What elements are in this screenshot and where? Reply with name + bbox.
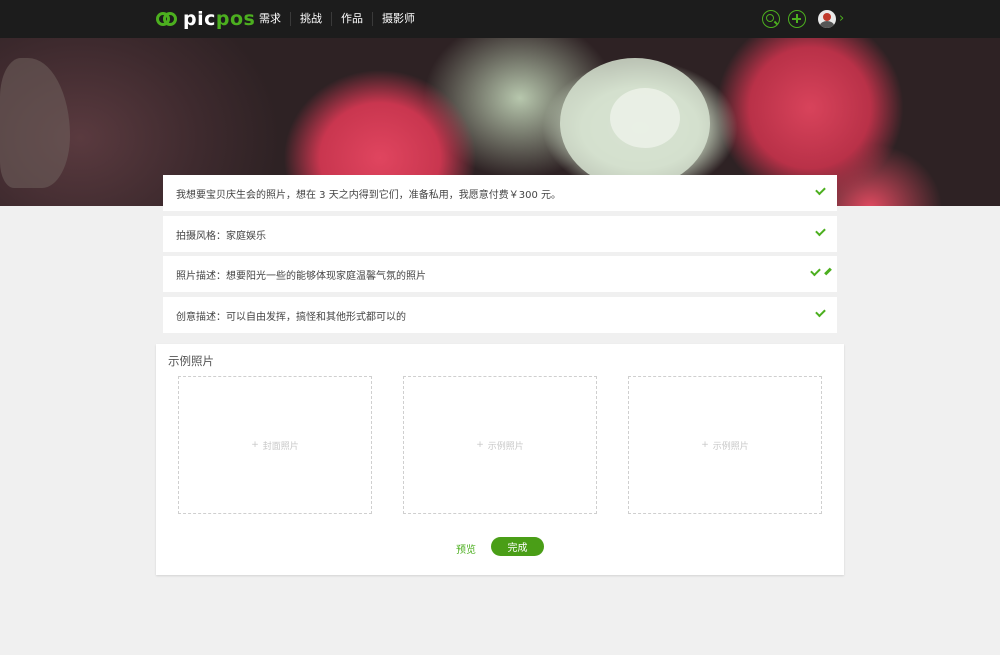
- nav-item-works[interactable]: 作品: [331, 12, 372, 26]
- request-summary-row[interactable]: 我想要宝贝庆生会的照片，想在 3 天之内得到它们，准备私用，我愿意付费￥300 …: [163, 175, 837, 211]
- search-icon: [766, 14, 774, 22]
- style-text: 拍摄风格：家庭娱乐: [176, 230, 266, 242]
- nav-item-photographers[interactable]: 摄影师: [372, 12, 424, 26]
- brand-logo[interactable]: picpos: [156, 8, 255, 30]
- slot-label: 示例照片: [487, 441, 524, 452]
- slot-label: 示例照片: [712, 441, 749, 452]
- chevron-right-icon[interactable]: ›: [839, 10, 844, 28]
- pencil-icon[interactable]: [824, 267, 832, 276]
- avatar[interactable]: [818, 10, 836, 28]
- cover-photo-upload[interactable]: + 封面照片: [178, 376, 372, 514]
- search-button[interactable]: [762, 10, 780, 28]
- style-row[interactable]: 拍摄风格：家庭娱乐: [163, 216, 837, 252]
- slot-label: 封面照片: [262, 441, 299, 452]
- creative-row[interactable]: 创意描述：可以自由发挥，搞怪和其他形式都可以的: [163, 297, 837, 333]
- nav-item-requests[interactable]: 需求: [250, 12, 290, 26]
- plus-icon: +: [251, 440, 259, 450]
- description-row[interactable]: 照片描述：想要阳光一些的能够体现家庭温馨气氛的照片: [163, 256, 837, 292]
- sample-photo-upload-2[interactable]: + 示例照片: [628, 376, 822, 514]
- hero-succulent-center-decoration: [610, 88, 680, 148]
- sample-photo-upload-1[interactable]: + 示例照片: [403, 376, 597, 514]
- check-icon: [815, 184, 826, 196]
- description-text: 照片描述：想要阳光一些的能够体现家庭温馨气氛的照片: [176, 270, 426, 282]
- done-button[interactable]: 完成: [491, 537, 544, 556]
- preview-button[interactable]: 预览: [456, 541, 476, 556]
- nav-item-challenges[interactable]: 挑战: [290, 12, 331, 26]
- top-navbar: picpos 需求 挑战 作品 摄影师 ›: [0, 0, 1000, 38]
- panel-title: 示例照片: [168, 354, 214, 368]
- sample-photos-panel: 示例照片 + 封面照片 + 示例照片 + 示例照片 预览 完成: [156, 344, 844, 575]
- plus-icon: +: [701, 440, 709, 450]
- hero-bark-decoration: [0, 58, 70, 188]
- add-button[interactable]: [788, 10, 806, 28]
- logo-icon: [156, 10, 178, 28]
- main-nav: 需求 挑战 作品 摄影师: [250, 0, 424, 38]
- plus-icon: +: [476, 440, 484, 450]
- logo-text: picpos: [183, 8, 256, 30]
- creative-text: 创意描述：可以自由发挥，搞怪和其他形式都可以的: [176, 311, 406, 323]
- check-icon: [815, 306, 826, 318]
- request-summary-text: 我想要宝贝庆生会的照片，想在 3 天之内得到它们，准备私用，我愿意付费￥300 …: [176, 189, 561, 201]
- check-icon: [810, 265, 821, 277]
- top-actions: ›: [762, 9, 844, 29]
- check-icon: [815, 225, 826, 237]
